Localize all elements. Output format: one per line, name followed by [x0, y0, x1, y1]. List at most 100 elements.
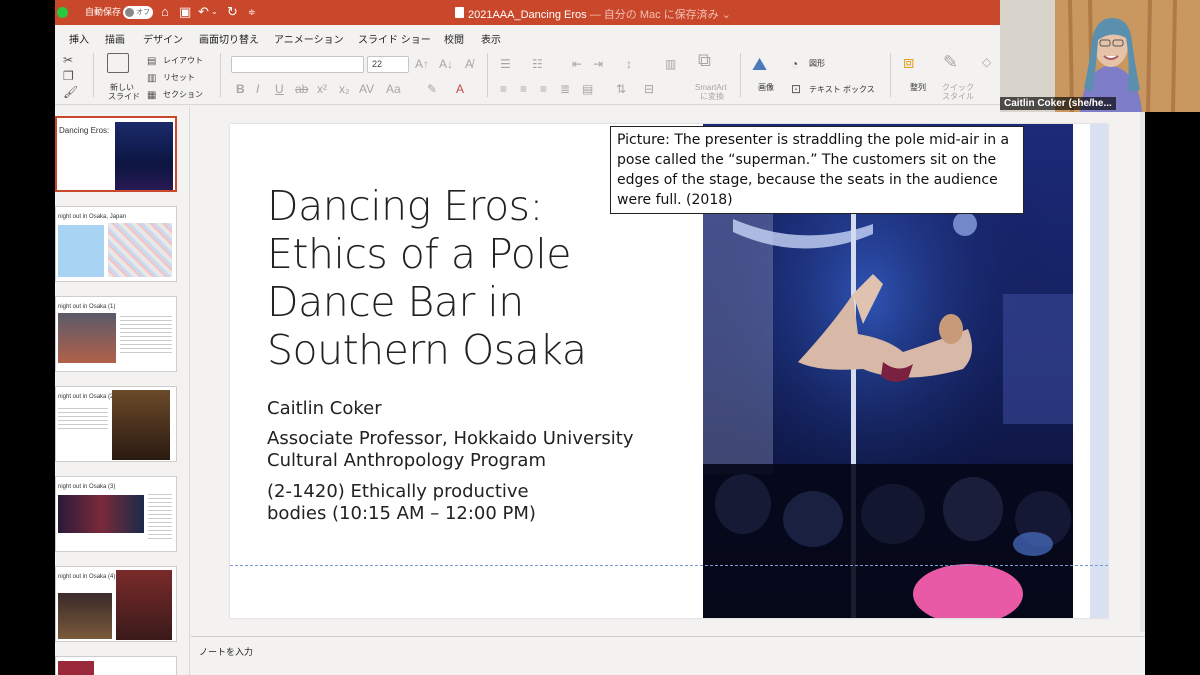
- underline-icon[interactable]: U: [275, 82, 284, 96]
- bold-icon[interactable]: B: [236, 82, 245, 96]
- layout-icon[interactable]: ▤: [147, 55, 156, 69]
- tab-draw[interactable]: 描画: [105, 31, 125, 46]
- align-center-icon[interactable]: ≡: [520, 82, 527, 96]
- save-icon[interactable]: ▣: [179, 4, 191, 20]
- arrange-icon[interactable]: ⧈: [903, 53, 914, 71]
- line-spacing-icon[interactable]: ↕: [626, 57, 632, 71]
- editor-scrollbar[interactable]: [1140, 112, 1145, 632]
- tab-review[interactable]: 校閲: [444, 31, 464, 46]
- arrange-button[interactable]: 整列: [910, 83, 926, 93]
- font-name-field[interactable]: [231, 56, 364, 73]
- tab-transitions[interactable]: 画面切り替え: [199, 31, 259, 46]
- tab-view[interactable]: 表示: [481, 31, 501, 46]
- highlight-icon[interactable]: ✎: [427, 82, 437, 96]
- tab-design[interactable]: デザイン: [143, 31, 183, 46]
- slide-thumbnail-5[interactable]: night out in Osaka (3): [55, 476, 177, 552]
- textbox-icon[interactable]: ⊡: [791, 82, 801, 96]
- tab-insert[interactable]: 挿入: [69, 31, 89, 46]
- tab-slideshow[interactable]: スライド ショー: [358, 31, 431, 46]
- session-line-2[interactable]: bodies (10:15 AM – 12:00 PM): [267, 503, 536, 525]
- thumbnail-photo: [58, 313, 116, 363]
- notes-pane[interactable]: ノートを入力: [191, 636, 1145, 675]
- copy-icon[interactable]: ❐: [63, 69, 74, 83]
- save-status: — 自分の Mac に保存済み ⌄: [589, 9, 731, 21]
- layout-button[interactable]: レイアウト: [163, 56, 203, 66]
- clear-format-icon[interactable]: A̸: [465, 57, 473, 71]
- fill-icon[interactable]: ◇: [982, 55, 991, 69]
- slide-thumbnail-6[interactable]: night out in Osaka (4): [55, 566, 177, 642]
- thumbnail-title: night out in Osaka (1): [58, 304, 116, 310]
- justify-icon[interactable]: ≣: [560, 82, 570, 96]
- thumbnail-map: [58, 225, 104, 277]
- tab-animations[interactable]: アニメーション: [274, 31, 344, 46]
- decrease-indent-icon[interactable]: ⇤: [572, 57, 582, 71]
- thumbnail-photo: [112, 390, 170, 460]
- thumbnail-photo: [58, 661, 94, 675]
- font-color-icon[interactable]: A: [456, 82, 464, 96]
- document-icon: [455, 7, 464, 18]
- slide-thumbnail-7[interactable]: [55, 656, 177, 675]
- image-icon[interactable]: ⛰: [752, 55, 767, 73]
- autosave-toggle[interactable]: オフ: [123, 6, 153, 19]
- session-line-1[interactable]: (2-1420) Ethically productive: [267, 481, 529, 503]
- decrease-font-icon[interactable]: A↓: [439, 57, 453, 71]
- shapes-icon[interactable]: ◔: [791, 57, 798, 71]
- font-size-field[interactable]: 22: [367, 56, 409, 73]
- cut-icon[interactable]: ✂: [63, 53, 73, 67]
- format-painter-icon[interactable]: 🖌: [63, 85, 78, 99]
- textbox-button[interactable]: テキスト ボックス: [809, 85, 875, 95]
- affiliation-line-2[interactable]: Cultural Anthropology Program: [267, 450, 546, 472]
- thumbnail-title: night out in Osaka, Japan: [58, 214, 127, 220]
- new-slide-label-2[interactable]: スライド: [108, 92, 140, 102]
- superscript-icon[interactable]: x²: [317, 82, 327, 96]
- smartart-label-2[interactable]: に変換: [700, 92, 724, 102]
- redo-icon[interactable]: ↻: [227, 4, 238, 20]
- slide-canvas[interactable]: Dancing Eros: Ethics of a Pole Dance Bar…: [230, 124, 1108, 618]
- align-right-icon[interactable]: ≡: [540, 82, 547, 96]
- author-name[interactable]: Caitlin Coker: [267, 398, 382, 420]
- participant-name-label: Caitlin Coker (she/he...: [1000, 97, 1116, 110]
- distribute-icon[interactable]: ▤: [582, 82, 593, 96]
- align-left-icon[interactable]: ≡: [500, 82, 507, 96]
- slide-title[interactable]: Dancing Eros: Ethics of a Pole Dance Bar…: [267, 182, 667, 374]
- thumbnail-photo: [58, 495, 144, 533]
- spacing-icon[interactable]: AV: [359, 82, 374, 96]
- undo-icon[interactable]: ↶: [198, 4, 209, 20]
- slide-thumbnail-2[interactable]: night out in Osaka, Japan: [55, 206, 177, 282]
- document-name: 2021AAA_Dancing Eros: [468, 9, 587, 21]
- undo-dropdown-icon[interactable]: ⌄: [211, 4, 218, 20]
- quick-style-icon[interactable]: ✎: [943, 53, 958, 71]
- slide-thumbnail-1[interactable]: Dancing Eros:: [55, 116, 177, 192]
- photo-caption-textbox[interactable]: Picture: The presenter is straddling the…: [610, 126, 1024, 214]
- video-participant-panel[interactable]: Caitlin Coker (she/he...: [1000, 0, 1200, 112]
- bullets-icon[interactable]: ☰: [500, 57, 511, 71]
- customize-toolbar-icon[interactable]: ≑: [248, 4, 256, 20]
- quick-style-label-2[interactable]: スタイル: [942, 92, 974, 102]
- change-case-icon[interactable]: Aa: [386, 82, 401, 96]
- affiliation-line-1[interactable]: Associate Professor, Hokkaido University: [267, 428, 634, 450]
- slide-thumbnail-4[interactable]: night out in Osaka (2): [55, 386, 177, 462]
- ribbon-divider: [740, 53, 741, 97]
- slide-thumbnail-3[interactable]: night out in Osaka (1): [55, 296, 177, 372]
- new-slide-icon[interactable]: [107, 53, 129, 73]
- section-button[interactable]: セクション: [163, 90, 203, 100]
- strikethrough-icon[interactable]: ab: [295, 82, 308, 96]
- participant-video: [1000, 0, 1200, 112]
- columns-icon[interactable]: ▥: [665, 57, 676, 71]
- increase-font-icon[interactable]: A↑: [415, 57, 429, 71]
- thumbnail-photo: [58, 593, 112, 639]
- subscript-icon[interactable]: x₂: [339, 82, 350, 96]
- section-icon[interactable]: ▦: [147, 89, 156, 103]
- home-icon[interactable]: ⌂: [161, 4, 169, 20]
- shapes-button[interactable]: 図形: [809, 59, 825, 69]
- align-text-icon[interactable]: ⊟: [644, 82, 654, 96]
- image-button[interactable]: 画像: [758, 83, 774, 93]
- text-direction-icon[interactable]: ⇅: [616, 82, 626, 96]
- numbering-icon[interactable]: ☷: [532, 57, 543, 71]
- reset-button[interactable]: リセット: [163, 73, 195, 83]
- italic-icon[interactable]: I: [256, 82, 259, 96]
- window-zoom-button[interactable]: [57, 7, 68, 18]
- increase-indent-icon[interactable]: ⇥: [593, 57, 603, 71]
- reset-icon[interactable]: ▥: [147, 72, 156, 86]
- smartart-icon[interactable]: ⧉: [698, 51, 711, 69]
